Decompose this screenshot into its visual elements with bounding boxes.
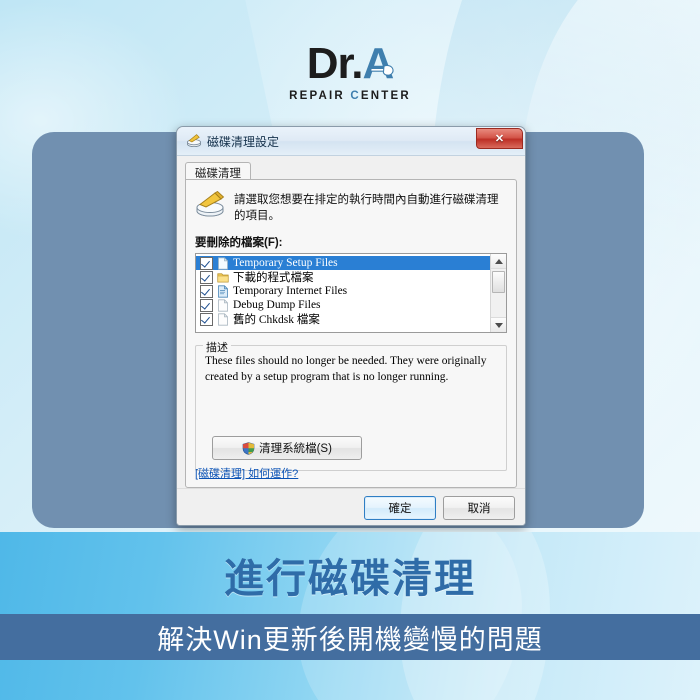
- logo-tagline: REPAIR CENTER: [289, 90, 411, 103]
- page-root: Dr.A REPAIR CENTER 磁碟清理設定 ✕ 磁碟清理 請選取您想要在…: [0, 0, 700, 700]
- logo-c-text: C: [350, 90, 361, 102]
- description-legend: 描述: [203, 339, 231, 356]
- checkbox-icon[interactable]: [200, 284, 213, 298]
- list-item-label: 下載的程式檔案: [233, 272, 314, 285]
- scroll-up-button[interactable]: [491, 254, 506, 270]
- clean-system-files-label: 清理系統檔(S): [259, 443, 332, 456]
- description-group: 描述 These files should no longer be neede…: [195, 339, 507, 472]
- checkbox-icon[interactable]: [200, 312, 213, 326]
- list-item[interactable]: Temporary Internet Files: [196, 284, 490, 298]
- tab-panel: 請選取您想要在排定的執行時間內自動進行磁碟清理的項目。 要刪除的檔案(F): T…: [185, 179, 517, 488]
- how-disk-cleanup-works-link[interactable]: [磁碟清理] 如何運作?: [195, 465, 298, 481]
- bottom-banner: 進行磁碟清理 解決Win更新後開機變慢的問題: [0, 532, 700, 700]
- folder-icon: [217, 272, 229, 282]
- description-text: These files should no longer be needed. …: [205, 355, 487, 383]
- checkbox-icon[interactable]: [200, 256, 213, 270]
- panel-header-text: 請選取您想要在排定的執行時間內自動進行磁碟清理的項目。: [234, 194, 499, 222]
- banner-title: 進行磁碟清理: [224, 557, 476, 601]
- dialog-body: 磁碟清理 請選取您想要在排定的執行時間內自動進行磁碟清理的項目。 要刪除的檔案(…: [177, 156, 525, 525]
- checkbox-icon[interactable]: [200, 298, 213, 312]
- file-list[interactable]: Temporary Setup Files 下載的程式檔案 Temporary …: [195, 253, 507, 334]
- file-list-label: 要刪除的檔案(F):: [195, 237, 283, 250]
- blank-page-icon: [218, 256, 228, 270]
- uac-shield-icon: [242, 441, 255, 455]
- list-item-label: Debug Dump Files: [233, 299, 321, 312]
- banner-subtitle-bar: 解決Win更新後開機變慢的問題: [0, 614, 700, 660]
- list-item-label: Temporary Internet Files: [233, 285, 348, 298]
- chevron-down-icon: [494, 322, 503, 328]
- blank-page-icon: [218, 298, 228, 312]
- logo-wordmark: Dr.A: [306, 39, 394, 88]
- file-list-rows: Temporary Setup Files 下載的程式檔案 Temporary …: [196, 254, 490, 332]
- list-item[interactable]: Temporary Setup Files: [196, 256, 490, 271]
- tab-strip: 磁碟清理: [185, 162, 517, 184]
- logo-repair-text: REPAIR: [289, 90, 345, 102]
- scrollbar-track[interactable]: [491, 269, 506, 317]
- ok-button[interactable]: 確定: [364, 495, 436, 520]
- cancel-button[interactable]: 取消: [443, 495, 515, 520]
- file-list-scrollbar[interactable]: [490, 254, 506, 333]
- blank-page-icon: [218, 312, 228, 326]
- list-item[interactable]: 下載的程式檔案: [196, 270, 490, 284]
- scroll-down-button[interactable]: [491, 317, 506, 333]
- disk-brush-icon: [196, 191, 225, 217]
- brand-logo: Dr.A REPAIR CENTER: [0, 42, 700, 104]
- document-icon: [218, 284, 228, 298]
- checkbox-icon[interactable]: [200, 270, 213, 284]
- dialog-title: 磁碟清理設定: [207, 134, 280, 149]
- clean-system-files-button[interactable]: 清理系統檔(S): [212, 436, 362, 461]
- wrench-icon: [368, 64, 394, 76]
- close-button[interactable]: ✕: [476, 128, 523, 149]
- panel-header: 請選取您想要在排定的執行時間內自動進行磁碟清理的項目。: [186, 180, 516, 224]
- list-item[interactable]: 舊的 Chkdsk 檔案: [196, 312, 490, 326]
- dialog-footer: 確定 取消: [177, 488, 525, 525]
- logo-dr-text: Dr.: [306, 39, 364, 88]
- chevron-up-icon: [494, 258, 503, 264]
- logo-enter-text: ENTER: [360, 90, 411, 102]
- dialog-titlebar[interactable]: 磁碟清理設定 ✕: [177, 127, 525, 156]
- disk-cleanup-settings-dialog: 磁碟清理設定 ✕ 磁碟清理 請選取您想要在排定的執行時間內自動進行磁碟清理的項目…: [176, 126, 526, 526]
- scrollbar-thumb[interactable]: [492, 271, 505, 294]
- list-item-label: Temporary Setup Files: [233, 257, 338, 270]
- banner-subtitle: 解決Win更新後開機變慢的問題: [157, 624, 543, 655]
- disk-cleanup-icon: [187, 134, 201, 147]
- list-item-label: 舊的 Chkdsk 檔案: [233, 314, 320, 327]
- list-item[interactable]: Debug Dump Files: [196, 298, 490, 312]
